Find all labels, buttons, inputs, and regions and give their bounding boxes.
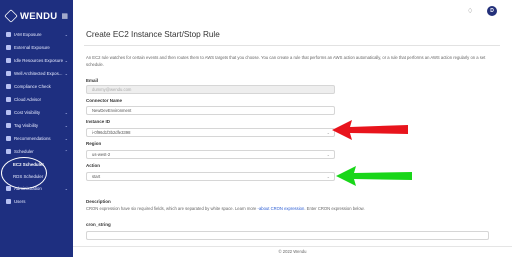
description-label: Description — [86, 199, 111, 204]
action-label: Action — [86, 163, 100, 168]
description-part-1: CRON expression have six required fields… — [86, 206, 258, 211]
sidebar-item-compliance-check[interactable]: Compliance Check — [0, 80, 73, 93]
cron-string-label: cron_string — [86, 222, 111, 227]
sidebar-item-tag-visibility[interactable]: Tag Visibility ⌄ — [0, 119, 73, 132]
action-value: start — [92, 174, 101, 179]
page-title: Create EC2 Instance Start/Stop Rule — [86, 30, 220, 39]
chevron-down-icon: ⌄ — [64, 58, 68, 63]
sidebar-item-label: Cost Visibility — [14, 110, 41, 115]
sidebar-item-users[interactable]: Users — [0, 195, 73, 208]
sidebar-item-recommendations[interactable]: Recommendations ⌄ — [0, 132, 73, 145]
email-field: dummy@wendu.com — [86, 85, 335, 94]
region-select[interactable]: us-west-2 ⌄ — [86, 150, 335, 159]
chevron-down-icon: ⌄ — [64, 123, 68, 128]
description-text: CRON expression have six required fields… — [86, 206, 365, 211]
avatar[interactable]: D — [487, 6, 497, 16]
check-icon — [6, 84, 11, 89]
instance-id-value: i-0f96d1f3b2dfe3398 — [92, 130, 131, 135]
sidebar-item-label: Administration — [14, 186, 42, 191]
divider — [84, 45, 500, 46]
sidebar-item-iam-exposure[interactable]: IAM Exposure ⌄ — [0, 28, 73, 41]
brand[interactable]: WENDU ▦ — [4, 9, 68, 23]
sidebar-item-label: Tag Visibility — [14, 123, 39, 128]
sidebar-item-label: IAM Exposure — [14, 32, 42, 37]
sidebar-item-ec2-scheduler[interactable]: EC2 Scheduler — [0, 158, 73, 170]
connector-name-field[interactable]: NewDevEnvironment — [86, 106, 335, 115]
sidebar: WENDU ▦ IAM Exposure ⌄ External Exposure … — [0, 0, 73, 257]
intro-text: An EC2 rule watches for certain events a… — [86, 55, 486, 67]
sidebar-item-label: External Exposure — [14, 45, 50, 50]
chevron-down-icon[interactable]: ⌄ — [327, 173, 330, 180]
instance-id-label: Instance ID — [86, 119, 111, 124]
sidebar-item-label: Scheduler — [14, 149, 34, 154]
users-icon — [6, 199, 11, 204]
sidebar-item-label: Cloud Advisor — [14, 97, 42, 102]
settings-icon — [6, 186, 11, 191]
topbar: ♢ D — [73, 0, 512, 22]
cron-help-link[interactable]: -about CRON expression — [258, 206, 305, 211]
chevron-down-icon[interactable]: ⌄ — [327, 151, 330, 158]
footer: © 2022 Wendu — [73, 246, 512, 257]
cron-string-input[interactable] — [86, 231, 489, 240]
sidebar-item-rds-scheduler[interactable]: RDS Scheduler — [0, 170, 73, 182]
sidebar-item-label: Users — [14, 199, 26, 204]
lock-icon — [6, 32, 11, 37]
building-icon — [6, 71, 11, 76]
globe-icon — [6, 45, 11, 50]
sidebar-item-cloud-advisor[interactable]: Cloud Advisor — [0, 93, 73, 106]
calendar-icon — [6, 149, 11, 154]
sidebar-item-label: Well Architected Expos... — [14, 71, 63, 76]
chevron-down-icon: ⌄ — [64, 32, 68, 37]
grid-menu-icon[interactable]: ▦ — [61, 12, 68, 20]
sidebar-nav: IAM Exposure ⌄ External Exposure Idle Res… — [0, 28, 73, 208]
chevron-down-icon: ⌄ — [64, 71, 68, 76]
sidebar-item-well-architected[interactable]: Well Architected Expos... ⌄ — [0, 67, 73, 80]
dollar-icon — [6, 110, 11, 115]
notification-bell-icon[interactable]: ♢ — [467, 7, 473, 15]
chevron-down-icon: ⌄ — [64, 186, 68, 191]
connector-name-label: Connector Name — [86, 98, 123, 103]
region-value: us-west-2 — [92, 152, 111, 157]
sidebar-item-external-exposure[interactable]: External Exposure — [0, 41, 73, 54]
sidebar-item-idle-resources[interactable]: Idle Resources Exposure ⌄ — [0, 54, 73, 67]
sidebar-item-label: Recommendations — [14, 136, 51, 141]
cloud-icon — [6, 97, 11, 102]
description-part-2: . Enter CRON expression below. — [304, 206, 365, 211]
clock-icon — [6, 58, 11, 63]
wendu-logo-icon — [4, 9, 18, 23]
instance-id-select[interactable]: i-0f96d1f3b2dfe3398 ⌄ — [86, 128, 335, 137]
region-label: Region — [86, 141, 102, 146]
chevron-up-icon: ⌃ — [64, 149, 68, 154]
action-select[interactable]: start ⌄ — [86, 172, 335, 181]
chevron-down-icon: ⌄ — [64, 110, 68, 115]
sidebar-item-cost-visibility[interactable]: Cost Visibility ⌄ — [0, 106, 73, 119]
sidebar-item-label: Compliance Check — [14, 84, 51, 89]
sidebar-item-scheduler[interactable]: Scheduler ⌃ — [0, 145, 73, 158]
chevron-down-icon: ⌄ — [64, 136, 68, 141]
sidebar-item-administration[interactable]: Administration ⌄ — [0, 182, 73, 195]
lightbulb-icon — [6, 136, 11, 141]
email-label: Email — [86, 78, 99, 83]
chevron-down-icon[interactable]: ⌄ — [327, 129, 330, 136]
brand-name: WENDU — [20, 10, 58, 22]
main-content: Create EC2 Instance Start/Stop Rule An E… — [73, 22, 512, 257]
sidebar-item-label: Idle Resources Exposure — [14, 58, 64, 63]
tag-icon — [6, 123, 11, 128]
